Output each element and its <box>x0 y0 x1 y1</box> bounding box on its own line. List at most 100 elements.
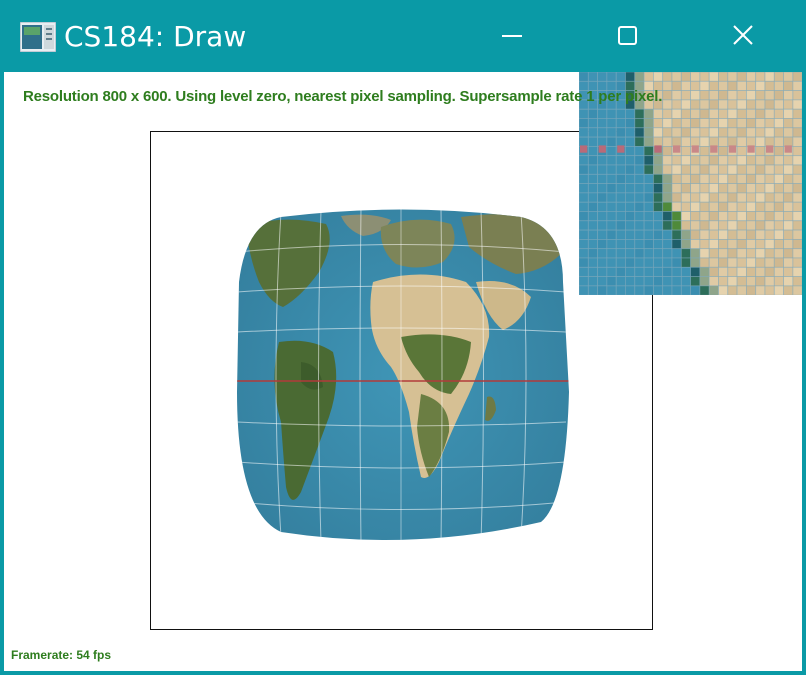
zoom-pixel <box>587 266 599 278</box>
close-button[interactable] <box>723 18 763 54</box>
zoom-pixel <box>653 118 664 129</box>
zoom-pixel <box>708 136 719 147</box>
zoom-pixel <box>690 173 701 185</box>
zoom-pixel <box>579 183 589 194</box>
zoom-pixel <box>643 276 654 287</box>
zoom-pixel <box>736 285 747 295</box>
zoom-pixel <box>625 173 636 185</box>
zoom-pixel <box>745 127 757 138</box>
zoom-pixel <box>653 248 664 259</box>
zoom-pixel <box>662 108 673 119</box>
zoom-pixel <box>699 90 710 101</box>
zoom-pixel <box>783 238 794 250</box>
zoom-pixel <box>579 72 589 82</box>
zoom-pixel <box>671 108 682 119</box>
zoom-pixel <box>653 183 664 194</box>
zoom-pixel <box>745 72 757 82</box>
zoom-pixel <box>653 192 664 203</box>
zoom-pixel <box>764 257 775 268</box>
window-title: CS184: Draw <box>64 20 247 53</box>
zoom-pixel <box>653 257 664 268</box>
zoom-pixel <box>680 285 692 295</box>
zoom-pixel <box>606 183 617 194</box>
zoom-pixel <box>773 164 785 175</box>
zoom-pixel <box>643 136 654 147</box>
zoom-pixel <box>625 201 636 212</box>
zoom-pixel <box>708 192 719 203</box>
textured-globe[interactable] <box>151 132 652 629</box>
zoom-pixel <box>736 136 747 147</box>
zoom-pixel <box>755 266 766 278</box>
zoom-pixel <box>662 183 673 194</box>
zoom-pixel <box>579 257 589 268</box>
zoom-pixel <box>783 211 794 222</box>
zoom-pixel <box>643 146 654 157</box>
minimize-button[interactable] <box>492 18 532 54</box>
zoom-pixel <box>680 108 692 119</box>
zoom-pixel <box>764 80 775 92</box>
zoom-pixel <box>625 220 636 231</box>
zoom-pixel <box>736 127 747 138</box>
zoom-pixel <box>783 118 794 129</box>
zoom-pixel <box>718 201 729 212</box>
zoom-pixel <box>690 238 701 250</box>
zoom-pixel <box>699 248 710 259</box>
zoom-pixel <box>747 145 755 153</box>
zoom-pixel <box>764 238 775 250</box>
zoom-pixel <box>773 248 785 259</box>
zoom-pixel <box>615 248 626 259</box>
zoom-pixel <box>783 164 794 175</box>
zoom-pixel <box>718 192 729 203</box>
zoom-pixel <box>755 108 766 119</box>
zoom-pixel <box>587 136 599 147</box>
zoom-pixel <box>745 220 757 231</box>
zoom-pixel <box>755 90 766 101</box>
zoom-pixel <box>579 108 589 119</box>
zoom-pixel <box>579 118 589 129</box>
maximize-button[interactable] <box>607 18 647 54</box>
zoom-pixel <box>615 173 626 185</box>
svg-canvas[interactable] <box>150 131 653 630</box>
zoom-pixel <box>587 229 599 240</box>
zoom-pixel <box>718 127 729 138</box>
zoom-pixel <box>736 90 747 101</box>
zoom-pixel <box>690 220 701 231</box>
zoom-pixel <box>773 257 785 268</box>
zoom-pixel <box>671 99 682 110</box>
zoom-pixel <box>643 155 654 166</box>
zoom-pixel <box>690 127 701 138</box>
zoom-pixel <box>690 99 701 110</box>
zoom-pixel <box>736 155 747 166</box>
zoom-pixel <box>615 266 626 278</box>
zoom-pixel <box>736 238 747 250</box>
zoom-pixel <box>634 108 645 119</box>
zoom-pixel <box>597 285 608 295</box>
zoom-pixel <box>625 285 636 295</box>
zoom-pixel <box>680 201 692 212</box>
zoom-pixel <box>690 257 701 268</box>
zoom-pixel <box>764 155 775 166</box>
zoom-pixel <box>745 183 757 194</box>
zoom-pixel <box>792 108 802 119</box>
zoom-pixel <box>662 127 673 138</box>
zoom-pixel <box>579 266 589 278</box>
minimize-icon <box>502 35 522 37</box>
draw-viewport[interactable]: Resolution 800 x 600. Using level zero, … <box>4 72 802 671</box>
zoom-pixel <box>615 220 626 231</box>
zoom-pixel <box>690 164 701 175</box>
zoom-pixel <box>773 155 785 166</box>
zoom-pixel <box>680 99 692 110</box>
zoom-pixel <box>736 99 747 110</box>
zoom-pixel <box>792 220 802 231</box>
zoom-pixel <box>783 257 794 268</box>
zoom-pixel <box>615 127 626 138</box>
zoom-pixel <box>764 90 775 101</box>
title-bar[interactable]: CS184: Draw <box>0 0 806 72</box>
zoom-pixel <box>606 173 617 185</box>
zoom-pixel <box>699 80 710 92</box>
zoom-pixel <box>662 118 673 129</box>
zoom-pixel <box>708 99 719 110</box>
zoom-pixel <box>792 164 802 175</box>
zoom-pixel <box>773 285 785 295</box>
zoom-pixel <box>745 266 757 278</box>
